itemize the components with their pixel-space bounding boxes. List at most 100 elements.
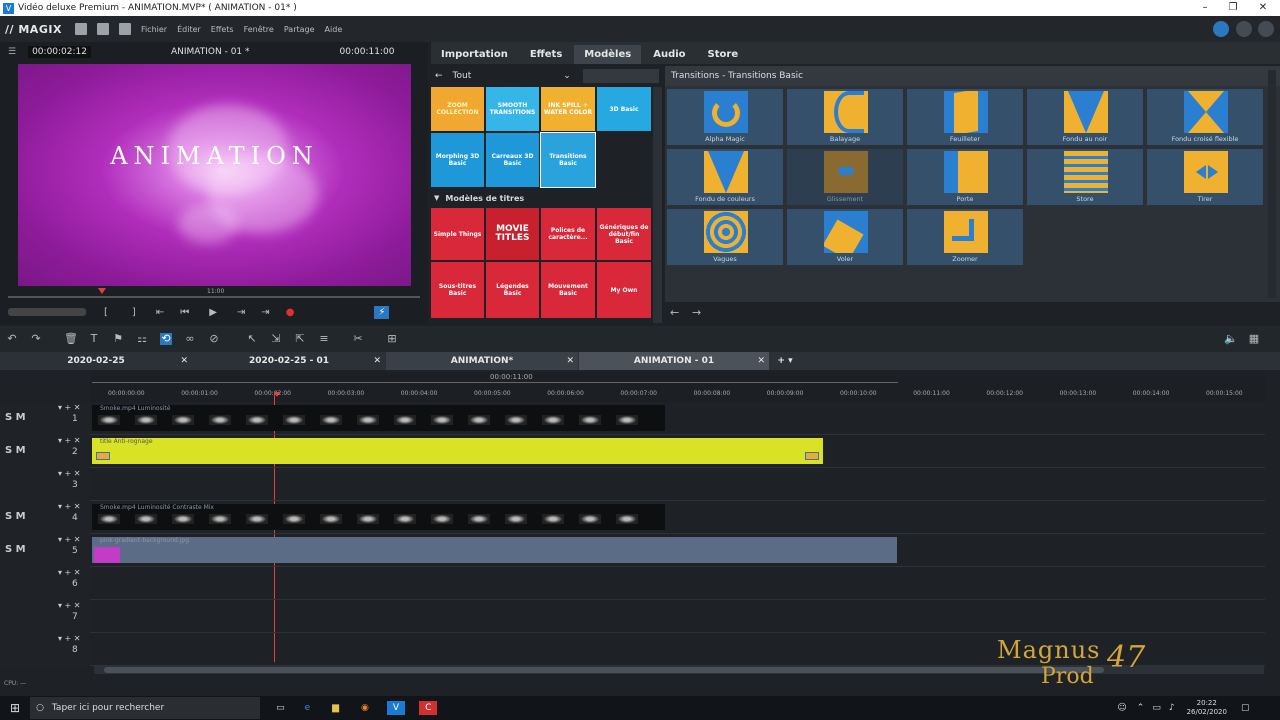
track-header[interactable]: S M ▾ + ✕ 1 [0,402,90,435]
transition-vagues[interactable]: Vagues [666,208,784,266]
tile-mouvement[interactable]: Mouvement Basic [541,262,595,318]
volume-icon[interactable]: 🔈 [1224,333,1238,345]
end-button[interactable]: ⇥ [261,307,269,318]
play-button[interactable]: ▶ [209,307,217,318]
track-options-icon[interactable]: ▾ + ✕ [58,535,81,544]
prev-marker-button[interactable]: ⇤ [156,307,164,318]
delete-icon[interactable]: 🗑 [64,333,78,345]
app-red-icon[interactable]: C [419,701,438,715]
menu-fenetre[interactable]: Fenêtre [244,25,274,34]
track-options-icon[interactable]: ▾ + ✕ [58,502,81,511]
transition-fondu-noir[interactable]: Fondu au noir [1026,88,1144,146]
transition-balayage[interactable]: Balayage [786,88,904,146]
tile-generiques[interactable]: Génériques de début/fin Basic [597,208,651,260]
timeline-clip[interactable]: Smoke.mp4 Luminosité [92,405,665,431]
transition-glissement[interactable]: Glissement [786,148,904,206]
transition-fondu-couleurs[interactable]: Fondu de couleurs [666,148,784,206]
pointer-icon[interactable]: ↖ [246,333,258,345]
cut-icon[interactable]: ✂ [352,333,364,345]
open-folder-icon[interactable] [96,23,109,35]
tiles-scrollbar[interactable] [653,87,662,323]
transition-tirer[interactable]: Tirer [1146,148,1264,206]
link-icon[interactable]: ∞ [184,333,196,345]
unlink-icon[interactable]: ⊘ [208,333,220,345]
track-options-icon[interactable]: ▾ + ✕ [58,601,81,610]
redo-icon[interactable]: ↷ [30,333,42,345]
tile-sous-titres[interactable]: Sous-titres Basic [431,262,484,318]
lightning-icon[interactable]: ⚡ [374,305,390,319]
menu-fichier[interactable]: Fichier [141,25,167,34]
tile-simple-things[interactable]: Simple Things [431,208,484,260]
close-icon[interactable]: ✕ [373,356,381,366]
tab-store[interactable]: Store [698,45,749,64]
minimize-button[interactable]: – [1190,0,1220,16]
mode-icon-3[interactable]: ≡ [318,333,330,345]
chevron-down-icon[interactable]: ⌄ [563,71,571,81]
track-header[interactable]: S M ▾ + ✕ 4 [0,501,90,534]
search-input[interactable] [582,69,659,83]
close-icon[interactable]: ✕ [566,356,574,366]
speaker-icon[interactable]: ♪ [1169,703,1175,713]
split-icon[interactable]: ⚏ [136,333,148,345]
collapse-icon[interactable]: ▼ [434,194,439,202]
solo-mute-buttons[interactable]: S M [5,511,26,522]
prev-frame-button[interactable]: ⏮ [180,307,189,318]
track-header[interactable]: S M ▾ + ✕ 2 [0,435,90,468]
add-tab-button[interactable]: + ▾ [770,352,800,370]
track-header[interactable]: ▾ + ✕ 8 [0,633,90,666]
edge-icon[interactable]: e [305,703,311,713]
section-titles-header[interactable]: ▼ Modèles de titres [431,190,656,206]
tab-audio[interactable]: Audio [643,45,695,64]
project-tab-4[interactable]: ANIMATION - 01 ✕ [579,352,769,370]
project-tab-3[interactable]: ANIMATION* ✕ [386,352,578,370]
nav-forward-icon[interactable]: → [692,306,701,319]
solo-mute-buttons[interactable]: S M [5,544,26,555]
track-options-icon[interactable]: ▾ + ✕ [58,469,81,478]
maximize-button[interactable]: ❐ [1218,0,1248,16]
text-icon[interactable]: T [88,333,100,345]
tile-ink-spill[interactable]: INK SPILL + WATER COLOR [541,87,595,131]
transition-zoomer[interactable]: Zoomer [906,208,1024,266]
mark-in-button[interactable]: [ [104,307,108,318]
mark-out-button[interactable]: ] [132,307,136,318]
tab-effets[interactable]: Effets [520,45,572,64]
timeline-clip[interactable]: title Anti-rognage [92,438,823,464]
mixer-icon[interactable]: ▦ [1248,333,1260,345]
tile-my-own[interactable]: My Own [597,262,651,318]
tab-modeles[interactable]: Modèles [574,45,642,64]
solo-mute-buttons[interactable]: S M [5,445,26,456]
transition-porte[interactable]: Porte [906,148,1024,206]
menu-aide[interactable]: Aide [325,25,343,34]
globe-icon[interactable] [1236,21,1252,37]
menu-partage[interactable]: Partage [284,25,315,34]
network-icon[interactable]: ▭ [1152,703,1161,713]
track-options-icon[interactable]: ▾ + ✕ [58,634,81,643]
track-options-icon[interactable]: ▾ + ✕ [58,568,81,577]
playhead-marker[interactable] [98,288,106,294]
explorer-icon[interactable]: ▆ [332,703,339,713]
track-header[interactable]: ▾ + ✕ 7 [0,600,90,633]
transitions-scrollbar[interactable] [1268,70,1276,298]
close-icon[interactable]: ✕ [757,356,765,366]
tile-legendes[interactable]: Légendes Basic [486,262,539,318]
video-preview[interactable]: ANIMATION [18,64,411,286]
tab-importation[interactable]: Importation [431,45,518,64]
marker-icon[interactable]: ⚑ [112,333,124,345]
project-tab-1[interactable]: 2020-02-25 ✕ [0,352,192,370]
track-options-icon[interactable]: ▾ + ✕ [58,436,81,445]
video-deluxe-icon[interactable]: V [386,701,406,715]
mode-icon-1[interactable]: ⇲ [270,333,282,345]
menu-effets[interactable]: Effets [211,25,234,34]
settings-icon[interactable] [1258,21,1274,37]
filter-select[interactable]: Tout [453,71,472,81]
tile-smooth-transitions[interactable]: SMOOTH TRANSITIONS [486,87,539,131]
transition-store[interactable]: Store [1026,148,1144,206]
pen-icon[interactable] [1213,21,1229,37]
next-frame-button[interactable]: ⇥ [237,307,245,318]
export-icon[interactable]: ⊞ [386,333,398,345]
tile-3d-basic[interactable]: 3D Basic [597,87,651,131]
firefox-icon[interactable]: ◉ [361,703,369,713]
tile-carreaux-3d[interactable]: Carreaux 3D Basic [486,133,539,187]
jog-wheel[interactable] [8,308,86,316]
track-header[interactable]: ▾ + ✕ 6 [0,567,90,600]
